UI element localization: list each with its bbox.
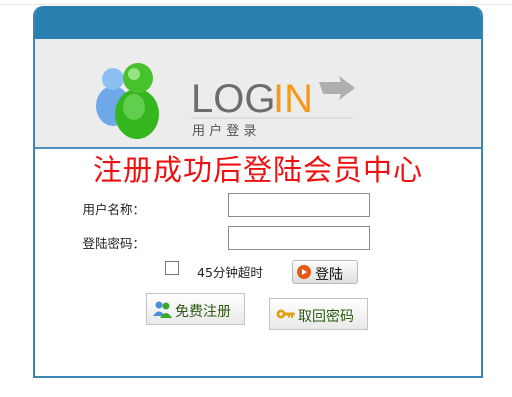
login-button[interactable]: 登陆 — [292, 260, 358, 284]
top-border-line — [0, 4, 512, 5]
register-button-label: 免费注册 — [175, 304, 231, 320]
recover-password-button[interactable]: 取回密码 — [269, 298, 368, 330]
username-label: 用户名称： — [82, 202, 145, 217]
login-panel: LOG IN 用 户 登 录 注册成功后登陆会员中心 用户名称： 登陆密码： 4… — [33, 6, 483, 378]
recover-button-label: 取回密码 — [298, 309, 354, 325]
users-icon — [96, 63, 159, 139]
username-input[interactable] — [228, 193, 370, 217]
password-label: 登陆密码： — [82, 236, 145, 251]
register-notice: 注册成功后登陆会员中心 — [92, 153, 423, 187]
register-button[interactable]: 免费注册 — [146, 293, 245, 325]
play-icon — [297, 265, 311, 279]
login-logo: LOG IN 用 户 登 录 — [96, 63, 355, 139]
arrow-icon — [319, 76, 355, 100]
panel-header — [35, 6, 481, 39]
logo-subtitle: 用 户 登 录 — [192, 123, 256, 139]
timeout-label: 45分钟超时 — [197, 265, 263, 280]
logo-word-orange: IN — [273, 77, 313, 121]
user-pair-icon — [153, 301, 172, 318]
login-button-label: 登陆 — [315, 267, 343, 283]
password-input[interactable] — [228, 226, 370, 250]
timeout-checkbox[interactable] — [165, 261, 179, 275]
key-icon — [276, 309, 295, 319]
logo-word-gray: LOG — [191, 77, 275, 121]
login-banner: LOG IN 用 户 登 录 — [35, 39, 481, 149]
